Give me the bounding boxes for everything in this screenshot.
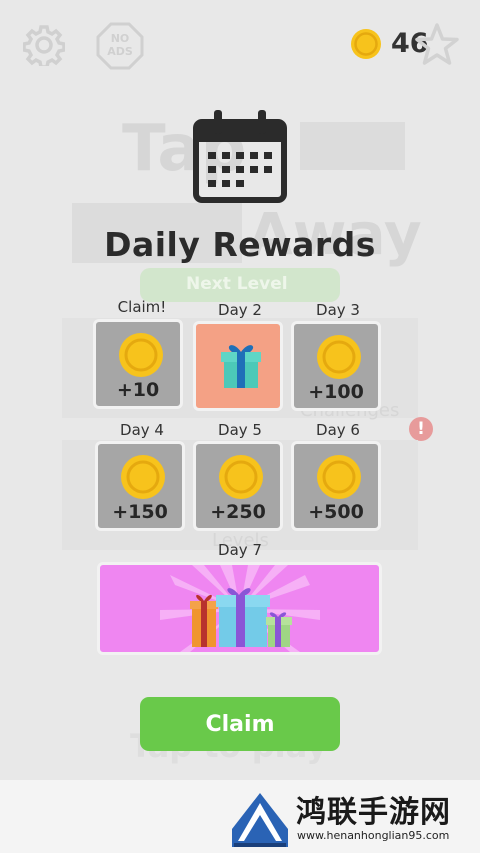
reward-tile-day5[interactable]: +250 bbox=[193, 441, 283, 531]
coin-icon bbox=[317, 335, 361, 379]
no-ads-line2: ADS bbox=[107, 45, 133, 58]
reward-label-day7: Day 7 bbox=[218, 541, 262, 559]
star-icon bbox=[415, 23, 459, 65]
reward-tile-day3[interactable]: +100 bbox=[291, 321, 381, 411]
coin-icon bbox=[351, 29, 381, 59]
background-title-bar bbox=[300, 122, 405, 170]
coin-icon bbox=[121, 455, 165, 499]
coin-icon bbox=[119, 333, 163, 377]
reward-tile-day6[interactable]: +500 bbox=[291, 441, 381, 531]
star-button[interactable] bbox=[414, 22, 460, 68]
reward-label-day5: Day 5 bbox=[218, 421, 262, 439]
no-ads-label: NO ADS bbox=[96, 32, 144, 58]
reward-label-day3: Day 3 bbox=[316, 301, 360, 319]
reward-tile-day7[interactable] bbox=[97, 562, 382, 655]
daily-rewards-title: Daily Rewards bbox=[104, 225, 376, 264]
reward-label-day6: Day 6 bbox=[316, 421, 360, 439]
watermark-title: 鸿联手游网 bbox=[296, 795, 451, 830]
coin-icon bbox=[219, 455, 263, 499]
reward-tile-day1[interactable]: +10 bbox=[93, 319, 183, 409]
settings-button[interactable] bbox=[22, 23, 66, 67]
background-next-level-label: Next Level bbox=[186, 274, 288, 294]
no-ads-button[interactable]: NO ADS bbox=[96, 22, 144, 70]
watermark-url: www.henanhonglian95.com bbox=[297, 829, 450, 842]
gear-icon bbox=[23, 25, 65, 66]
reward-amount-day5: +250 bbox=[210, 501, 266, 523]
reward-amount-day4: +150 bbox=[112, 501, 168, 523]
reward-amount-day3: +100 bbox=[308, 381, 364, 403]
reward-label-day2: Day 2 bbox=[218, 301, 262, 319]
reward-tile-day2[interactable] bbox=[193, 321, 283, 411]
background-alert-badge: ! bbox=[409, 417, 433, 441]
no-ads-line1: NO bbox=[110, 32, 130, 45]
coin-balance-icon bbox=[350, 28, 382, 60]
claim-button[interactable]: Claim bbox=[140, 697, 340, 751]
reward-label-day1: Claim! bbox=[117, 298, 167, 316]
coin-icon bbox=[317, 455, 361, 499]
reward-label-day4: Day 4 bbox=[120, 421, 164, 439]
calendar-icon bbox=[193, 110, 287, 203]
gift-bundle-icon bbox=[160, 565, 320, 652]
watermark-logo bbox=[232, 793, 288, 847]
reward-amount-day1: +10 bbox=[116, 379, 160, 401]
reward-tile-day4[interactable]: +150 bbox=[95, 441, 185, 531]
reward-amount-day6: +500 bbox=[308, 501, 364, 523]
gift-icon bbox=[221, 345, 261, 388]
